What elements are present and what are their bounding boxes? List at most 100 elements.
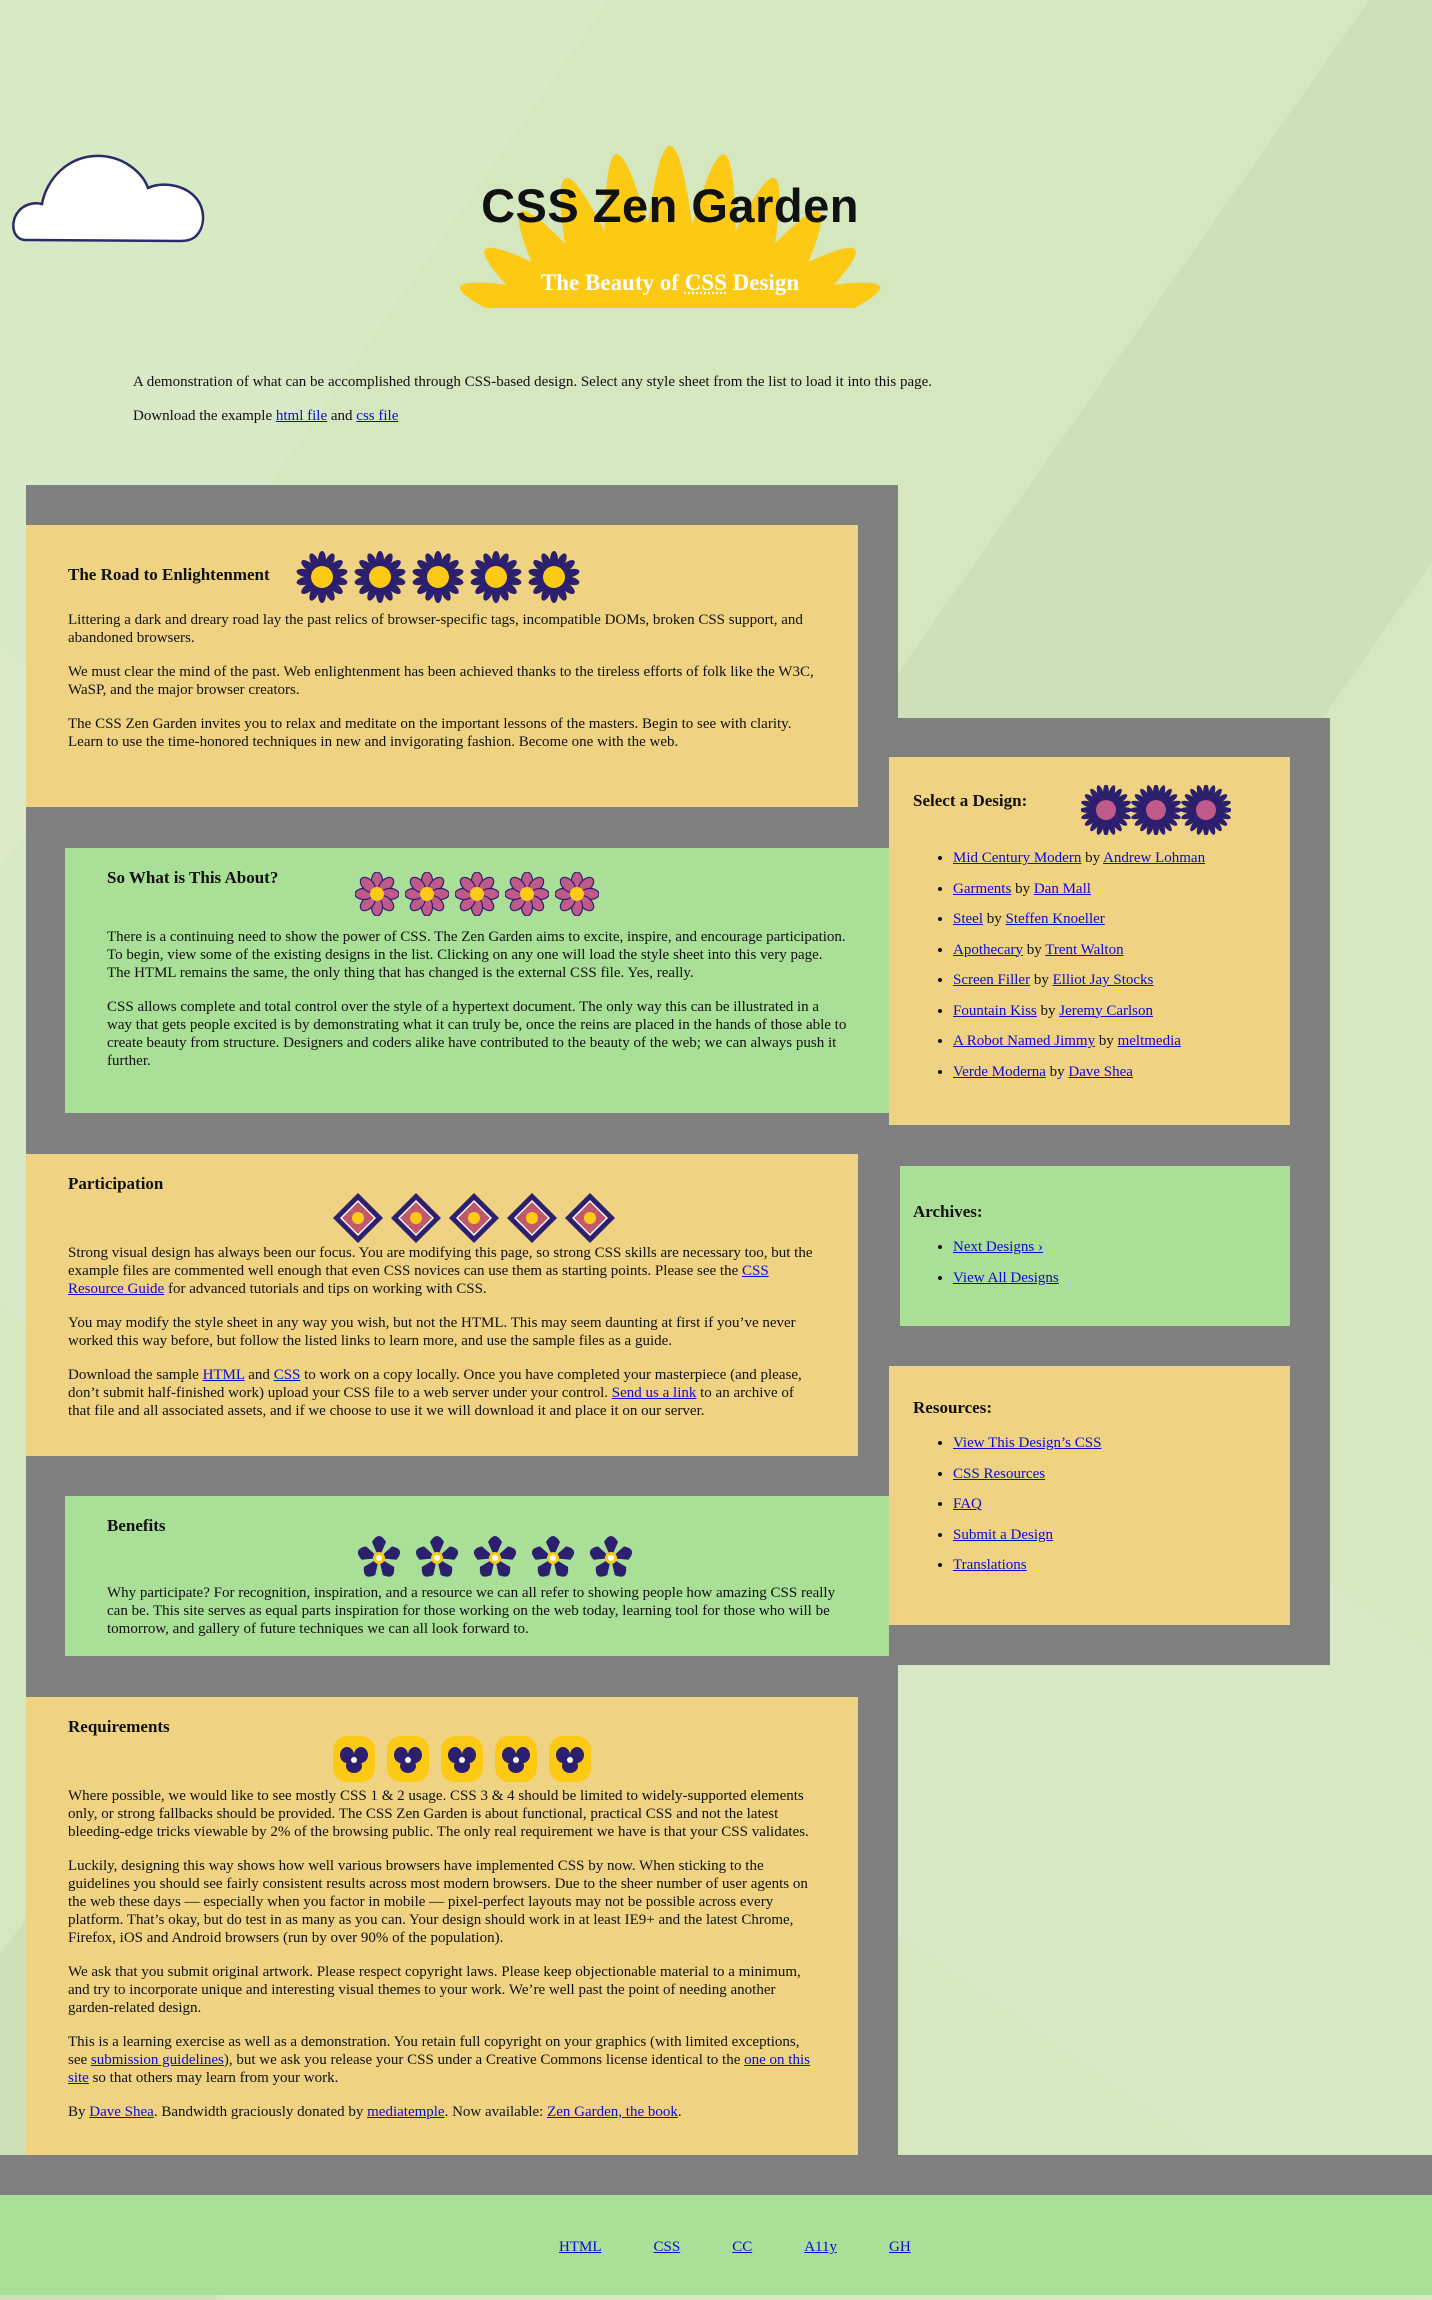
section-what-is-this-about: So What is This About? There is a contin…: [65, 848, 889, 1113]
resources-list-item: Submit a Design: [953, 1526, 1266, 1544]
design-author-link[interactable]: Dave Shea: [1068, 1064, 1133, 1080]
resources-list-item: FAQ: [953, 1495, 1266, 1513]
section-paragraph: Littering a dark and dreary road lay the…: [68, 612, 803, 646]
submission-guidelines-link[interactable]: submission guidelines: [91, 2052, 224, 2068]
sunflower-icon: [528, 551, 580, 608]
design-author-link[interactable]: Steffen Knoeller: [1006, 911, 1105, 927]
archives-list: Next Designs › View All Designs: [913, 1238, 1266, 1287]
design-author-link[interactable]: Trent Walton: [1045, 942, 1123, 958]
flower-row: [332, 1735, 592, 1788]
design-name-link[interactable]: Mid Century Modern: [953, 850, 1081, 866]
diamond-flower-icon: [448, 1192, 500, 1249]
design-list-item: Fountain Kiss by Jeremy Carlson: [953, 1002, 1266, 1020]
flower-row: [353, 1532, 637, 1589]
section-paragraph: The CSS Zen Garden invites you to relax …: [68, 716, 792, 750]
footer-link-gh[interactable]: GH: [889, 2239, 911, 2256]
view-all-designs-link[interactable]: View All Designs: [953, 1270, 1059, 1286]
design-author-link[interactable]: Andrew Lohman: [1103, 850, 1205, 866]
pansy-icon: [494, 1735, 538, 1788]
aster-icon: [1180, 784, 1232, 839]
section-paragraph: We ask that you submit original artwork.…: [68, 1964, 801, 2016]
pink-flower-icon: [554, 871, 600, 921]
pink-flower-icon: [404, 871, 450, 921]
section-paragraph: Where possible, we would like to see mos…: [68, 1788, 809, 1840]
flower-row: [332, 1192, 616, 1249]
section-paragraph: By Dave Shea. Bandwidth graciously donat…: [68, 2104, 682, 2120]
flower-row: [296, 551, 580, 608]
mediatemple-link[interactable]: mediatemple: [367, 2104, 444, 2120]
resource-link[interactable]: CSS Resources: [953, 1466, 1045, 1482]
intro: A demonstration of what can be accomplis…: [133, 373, 1033, 441]
sunflower-icon: [412, 551, 464, 608]
intro-summary: A demonstration of what can be accomplis…: [133, 374, 933, 390]
diamond-flower-icon: [506, 1192, 558, 1249]
pink-flower-icon: [454, 871, 500, 921]
section-benefits: Benefits Why participate? For recognitio…: [65, 1496, 889, 1656]
footer-links: HTML CSS CC A11y GH: [559, 2239, 963, 2256]
html-file-link[interactable]: html file: [276, 408, 327, 424]
sunflower-icon: [354, 551, 406, 608]
archives-panel: Archives: Next Designs › View All Designs: [900, 1166, 1290, 1326]
footer-link-cc[interactable]: CC: [732, 2239, 752, 2256]
resource-link[interactable]: FAQ: [953, 1496, 982, 1512]
design-list-item: Mid Century Modern by Andrew Lohman: [953, 849, 1266, 867]
css-file-link[interactable]: css file: [356, 408, 398, 424]
pansy-icon: [386, 1735, 430, 1788]
dave-shea-link[interactable]: Dave Shea: [89, 2104, 154, 2120]
design-list-item: Verde Moderna by Dave Shea: [953, 1063, 1266, 1081]
design-list-item: Screen Filler by Elliot Jay Stocks: [953, 971, 1266, 989]
resources-panel: Resources: View This Design’s CSS CSS Res…: [889, 1366, 1290, 1625]
violet-flower-icon: [353, 1532, 405, 1589]
design-name-link[interactable]: Fountain Kiss: [953, 1003, 1037, 1019]
section-paragraph: Why participate? For recognition, inspir…: [107, 1585, 836, 1637]
sunflower-icon: [296, 551, 348, 608]
design-selection-panel: Select a Design: Mid Century Modern by A…: [889, 757, 1290, 1125]
resources-list-item: CSS Resources: [953, 1465, 1266, 1483]
resource-link[interactable]: Translations: [953, 1557, 1027, 1573]
design-author-link[interactable]: meltmedia: [1118, 1033, 1181, 1049]
next-designs-link[interactable]: Next Designs ›: [953, 1239, 1043, 1255]
section-participation: Participation Strong visual design has a…: [26, 1154, 858, 1456]
design-name-link[interactable]: Apothecary: [953, 942, 1023, 958]
design-name-link[interactable]: Steel: [953, 911, 983, 927]
section-paragraph: We must clear the mind of the past. Web …: [68, 664, 814, 698]
design-name-link[interactable]: Verde Moderna: [953, 1064, 1046, 1080]
zen-garden-book-link[interactable]: Zen Garden, the book: [547, 2104, 678, 2120]
section-requirements: Requirements Where possible, we would li…: [26, 1697, 858, 2155]
resource-link[interactable]: Submit a Design: [953, 1527, 1053, 1543]
footer-link-html[interactable]: HTML: [559, 2239, 602, 2256]
section-paragraph: CSS allows complete and total control ov…: [107, 999, 847, 1069]
design-list-item: Garments by Dan Mall: [953, 880, 1266, 898]
intro-download: Download the example html file and css f…: [133, 408, 399, 424]
pansy-icon: [332, 1735, 376, 1788]
send-us-a-link[interactable]: Send us a link: [612, 1385, 697, 1401]
cloud-icon: [12, 154, 205, 243]
violet-flower-icon: [411, 1532, 463, 1589]
design-list-item: A Robot Named Jimmy by meltmedia: [953, 1032, 1266, 1050]
sample-html-link[interactable]: HTML: [203, 1367, 245, 1383]
site-subtitle: The Beauty of CSS Design: [540, 270, 800, 295]
archives-list-item: Next Designs ›: [953, 1238, 1266, 1256]
footer-gray-band: [0, 2155, 1432, 2195]
design-author-link[interactable]: Dan Mall: [1034, 881, 1091, 897]
design-list-item: Apothecary by Trent Walton: [953, 941, 1266, 959]
archives-list-item: View All Designs: [953, 1269, 1266, 1287]
design-author-link[interactable]: Elliot Jay Stocks: [1053, 972, 1154, 988]
design-name-link[interactable]: Screen Filler: [953, 972, 1030, 988]
section-heading: Requirements: [68, 1717, 170, 1736]
aster-icon: [1130, 784, 1182, 839]
design-name-link[interactable]: A Robot Named Jimmy: [953, 1033, 1095, 1049]
footer-link-a11y[interactable]: A11y: [804, 2239, 837, 2256]
design-author-link[interactable]: Jeremy Carlson: [1059, 1003, 1153, 1019]
resource-link[interactable]: View This Design’s CSS: [953, 1435, 1101, 1451]
section-paragraph: This is a learning exercise as well as a…: [68, 2034, 810, 2086]
archives-heading: Archives:: [913, 1202, 983, 1221]
flower-row: [1080, 784, 1232, 840]
footer-link-css[interactable]: CSS: [654, 2239, 681, 2256]
sample-css-link[interactable]: CSS: [274, 1367, 301, 1383]
violet-flower-icon: [585, 1532, 637, 1589]
section-road-to-enlightenment: The Road to Enlightenment Littering a da…: [26, 525, 858, 807]
design-name-link[interactable]: Garments: [953, 881, 1011, 897]
section-paragraph: Strong visual design has always been our…: [68, 1245, 813, 1297]
resources-list-item: View This Design’s CSS: [953, 1434, 1266, 1452]
